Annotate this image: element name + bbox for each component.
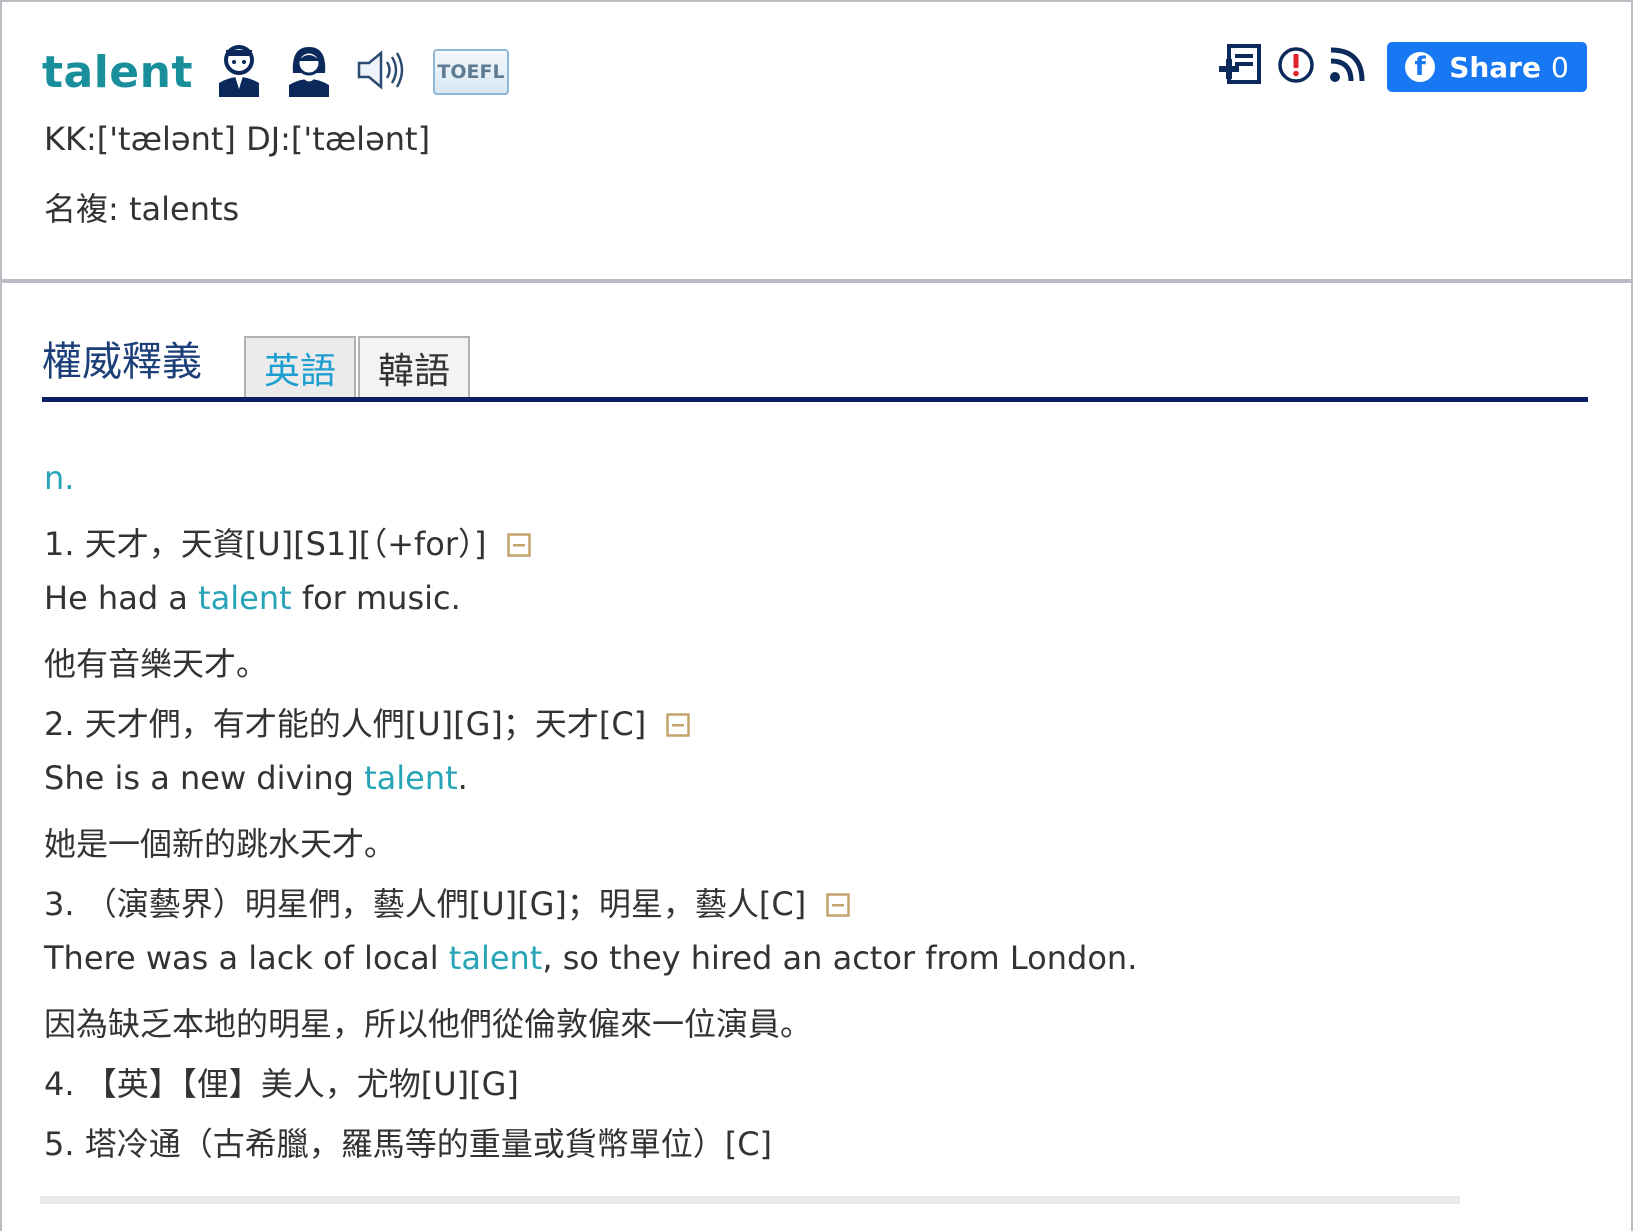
definition-3: 3. （演藝界）明星們，藝人們[U][G]；明星，藝人[C] (44, 879, 850, 925)
add-to-wordbook-icon[interactable] (1219, 44, 1263, 90)
example-sentence-1: He had a talent for music. (44, 579, 461, 617)
definitions-panel: 權威釋義 英語 韓語 n. 1. 天才，天資[U][S1][（+for）] He… (0, 279, 1633, 1231)
example-text: She is a new diving (44, 759, 365, 797)
definition-5: 5. 塔冷通（古希臘，羅馬等的重量或貨幣單位）[C] (44, 1125, 773, 1163)
definition-text: 1. 天才，天資[U][S1][（+for）] (44, 525, 487, 563)
report-error-icon[interactable] (1277, 46, 1315, 88)
tab-english[interactable]: 英語 (244, 336, 357, 398)
example-text: . (457, 759, 468, 797)
toolbar: f Share 0 (1219, 42, 1587, 92)
part-of-speech: n. (44, 459, 75, 497)
toefl-badge: TOEFL (433, 49, 510, 95)
example-keyword: talent (198, 579, 292, 617)
male-voice-icon[interactable] (215, 43, 263, 101)
facebook-share-button[interactable]: f Share 0 (1387, 42, 1587, 92)
rss-feed-icon[interactable] (1329, 47, 1365, 87)
language-tabs: 英語 韓語 (244, 336, 471, 398)
word-header: talent TOEFL f Share 0 KK:['tælənt] DJ:[… (0, 0, 1633, 283)
definition-2: 2. 天才們，有才能的人們[U][G]；天才[C] (44, 699, 690, 745)
definition-4: 4. 【英】【俚】美人，尤物[U][G] (44, 1065, 519, 1103)
share-label: Share (1449, 50, 1541, 84)
example-translation-1: 他有音樂天才。 (44, 645, 269, 683)
section-divider (42, 397, 1588, 402)
example-sentence-2: She is a new diving talent. (44, 759, 468, 797)
collapse-icon[interactable] (666, 707, 690, 745)
definition-text: 2. 天才們，有才能的人們[U][G]；天才[C] (44, 705, 647, 743)
speaker-icon[interactable] (355, 48, 407, 96)
example-translation-2: 她是一個新的跳水天才。 (44, 825, 397, 863)
tab-korean[interactable]: 韓語 (358, 336, 471, 398)
facebook-icon: f (1405, 52, 1436, 82)
phonetic-transcription: KK:['tælənt] DJ:['tælənt] (44, 120, 431, 158)
share-count: 0 (1550, 50, 1569, 84)
section-title: 權威釋義 (42, 339, 202, 385)
example-sentence-3: There was a lack of local talent, so the… (44, 939, 1137, 977)
example-keyword: talent (448, 939, 543, 977)
plural-form: 名複: talents (44, 190, 240, 228)
collapse-icon[interactable] (506, 527, 531, 565)
headword: talent (42, 46, 194, 98)
definition-text: 3. （演藝界）明星們，藝人們[U][G]；明星，藝人[C] (44, 885, 807, 923)
example-keyword: talent (364, 759, 458, 797)
example-text: for music. (291, 579, 461, 617)
example-text: There was a lack of local (44, 939, 449, 977)
collapse-icon[interactable] (826, 887, 850, 925)
female-voice-icon[interactable] (285, 43, 333, 101)
definition-1: 1. 天才，天資[U][S1][（+for）] (44, 519, 531, 565)
example-translation-3: 因為缺乏本地的明星，所以他們從倫敦僱來一位演員。 (44, 1005, 813, 1043)
example-text: He had a (44, 579, 199, 617)
word-row: talent TOEFL (42, 40, 510, 104)
example-text: , so they hired an actor from London. (542, 939, 1138, 977)
scroll-region-edge (40, 1196, 1460, 1204)
